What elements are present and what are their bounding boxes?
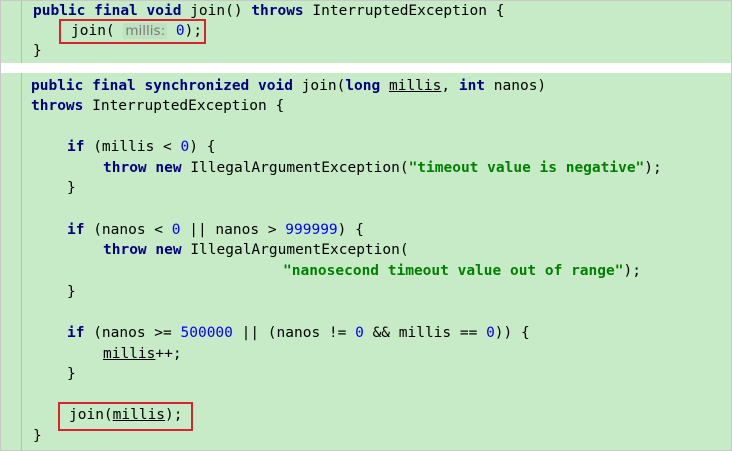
code-editor: public final void join() throws Interrup… bbox=[0, 0, 732, 451]
code-text: (nanos >= bbox=[84, 325, 181, 341]
code-text: } bbox=[67, 366, 76, 382]
code-line-throw-negative[interactable]: throw new IllegalArgumentException("time… bbox=[103, 158, 662, 178]
code-line-close[interactable]: } bbox=[33, 41, 42, 61]
number-literal: 500000 bbox=[180, 325, 233, 341]
code-text: } bbox=[67, 180, 76, 196]
code-text: && millis == bbox=[363, 325, 487, 341]
code-line-if-round[interactable]: if (nanos >= 500000 || (nanos != 0 && mi… bbox=[67, 323, 530, 343]
code-text: join() bbox=[181, 3, 252, 19]
code-line-signature[interactable]: public final synchronized void join(long… bbox=[31, 76, 546, 96]
code-text: || (nanos != bbox=[232, 325, 356, 341]
keyword: new bbox=[155, 160, 182, 176]
code-line-throw-range[interactable]: throw new IllegalArgumentException( bbox=[103, 240, 409, 260]
code-block-join-millis-nanos: public final synchronized void join(long… bbox=[1, 73, 731, 450]
code-text: InterruptedException { bbox=[83, 98, 285, 114]
code-text: )) { bbox=[494, 325, 530, 341]
code-text: } bbox=[33, 43, 42, 59]
code-text: ) { bbox=[337, 222, 364, 238]
code-text: IllegalArgumentException( bbox=[181, 160, 409, 176]
string-literal: "timeout value is negative" bbox=[408, 160, 645, 176]
code-line-range-message[interactable]: "nanosecond timeout value out of range")… bbox=[283, 261, 641, 281]
keyword: final bbox=[94, 3, 138, 19]
code-block-join-noargs: public final void join() throws Interrup… bbox=[1, 1, 731, 63]
code-text: } bbox=[67, 284, 76, 300]
param-millis: millis bbox=[103, 346, 156, 362]
gutter-line bbox=[21, 73, 22, 450]
code-line-signature[interactable]: public final void join() throws Interrup… bbox=[33, 1, 504, 21]
highlight-box-join-call bbox=[59, 19, 206, 44]
keyword: synchronized bbox=[144, 78, 250, 94]
code-text: join( bbox=[292, 78, 346, 94]
keyword: throw bbox=[103, 242, 147, 258]
code-text: nanos) bbox=[485, 78, 547, 94]
keyword: public bbox=[31, 78, 84, 94]
code-text: IllegalArgumentException( bbox=[181, 242, 409, 258]
gutter-line bbox=[21, 1, 22, 63]
code-line-close[interactable]: } bbox=[67, 178, 76, 198]
code-text: , bbox=[441, 78, 459, 94]
number-literal: 0 bbox=[355, 325, 364, 341]
keyword: final bbox=[92, 78, 136, 94]
param-millis: millis bbox=[388, 78, 442, 94]
number-literal: 0 bbox=[171, 222, 181, 238]
code-line-throws[interactable]: throws InterruptedException { bbox=[31, 96, 284, 116]
keyword: int bbox=[458, 78, 486, 94]
code-line-increment[interactable]: millis++; bbox=[103, 344, 182, 364]
code-line-close[interactable]: } bbox=[67, 364, 76, 384]
keyword: if bbox=[67, 325, 85, 341]
code-line-if-nanos-range[interactable]: if (nanos < 0 || nanos > 999999) { bbox=[67, 220, 364, 240]
keyword: public bbox=[33, 3, 86, 19]
keyword: new bbox=[155, 242, 182, 258]
code-line-close[interactable]: } bbox=[67, 282, 76, 302]
code-line-close[interactable]: } bbox=[33, 426, 42, 446]
string-literal: "nanosecond timeout value out of range" bbox=[283, 263, 624, 279]
keyword: throws bbox=[251, 3, 304, 19]
highlight-box-join-millis bbox=[58, 402, 193, 431]
number-literal: 999999 bbox=[285, 222, 338, 238]
code-text: ); bbox=[644, 160, 662, 176]
code-text: InterruptedException { bbox=[303, 3, 505, 19]
keyword: void bbox=[146, 3, 182, 19]
number-literal: 0 bbox=[180, 139, 190, 155]
code-text: ) { bbox=[189, 139, 216, 155]
code-text: (nanos < bbox=[84, 222, 172, 238]
keyword: long bbox=[345, 78, 381, 94]
keyword: throw bbox=[103, 160, 147, 176]
code-line-if-millis[interactable]: if (millis < 0) { bbox=[67, 137, 215, 157]
keyword: if bbox=[67, 222, 85, 238]
code-text: || nanos > bbox=[180, 222, 286, 238]
code-text: ); bbox=[623, 263, 641, 279]
keyword: void bbox=[258, 78, 293, 94]
number-literal: 0 bbox=[486, 325, 495, 341]
code-text: ++; bbox=[155, 346, 182, 362]
code-text: } bbox=[33, 428, 42, 444]
keyword: throws bbox=[31, 98, 84, 114]
code-text: (millis < bbox=[84, 139, 181, 155]
keyword: if bbox=[67, 139, 85, 155]
